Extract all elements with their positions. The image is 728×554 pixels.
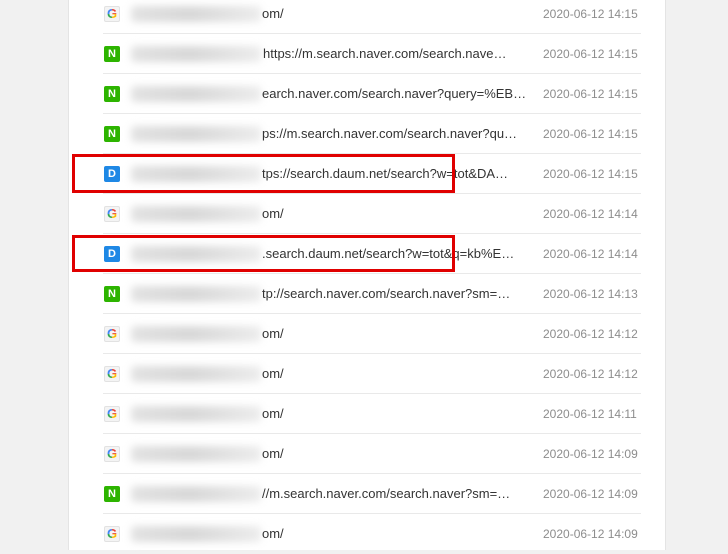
- history-url[interactable]: om/: [262, 6, 532, 22]
- naver-favicon-icon: N: [104, 486, 120, 502]
- history-time: 2020-06-12 14:12: [543, 367, 638, 381]
- blurred-url-prefix: [131, 126, 261, 142]
- history-row[interactable]: N https://m.search.naver.com/search.nave…: [69, 34, 665, 74]
- history-time: 2020-06-12 14:09: [543, 527, 638, 541]
- blurred-url-prefix: [131, 526, 261, 542]
- history-time: 2020-06-12 14:15: [543, 167, 638, 181]
- naver-favicon-icon: N: [104, 126, 120, 142]
- history-row[interactable]: G om/ 2020-06-12 14:11: [69, 394, 665, 434]
- blurred-url-prefix: [131, 286, 261, 302]
- history-url[interactable]: om/: [262, 526, 532, 542]
- naver-favicon-icon: N: [104, 286, 120, 302]
- history-url[interactable]: om/: [262, 406, 532, 422]
- history-url[interactable]: https://m.search.naver.com/search.nave…: [263, 46, 533, 62]
- history-url[interactable]: earch.naver.com/search.naver?query=%EB…: [262, 86, 532, 102]
- history-url[interactable]: om/: [262, 326, 532, 342]
- history-row[interactable]: G om/ 2020-06-12 14:09: [69, 434, 665, 474]
- history-row[interactable]: G om/ 2020-06-12 14:14: [69, 194, 665, 234]
- history-row[interactable]: N ps://m.search.naver.com/search.naver?q…: [69, 114, 665, 154]
- blurred-url-prefix: [131, 326, 261, 342]
- google-favicon-icon: G: [104, 206, 120, 222]
- google-favicon-icon: G: [104, 446, 120, 462]
- history-time: 2020-06-12 14:12: [543, 327, 638, 341]
- history-row[interactable]: G om/ 2020-06-12 14:12: [69, 314, 665, 354]
- history-list: G om/ 2020-06-12 14:15 N https://m.searc…: [69, 0, 665, 554]
- history-url[interactable]: tps://search.daum.net/search?w=tot&DA…: [262, 166, 532, 182]
- google-favicon-icon: G: [104, 366, 120, 382]
- history-time: 2020-06-12 14:15: [543, 127, 638, 141]
- blurred-url-prefix: [131, 406, 261, 422]
- google-favicon-icon: G: [104, 526, 120, 542]
- history-url[interactable]: //m.search.naver.com/search.naver?sm=…: [262, 486, 532, 502]
- history-time: 2020-06-12 14:11: [543, 407, 637, 421]
- blurred-url-prefix: [131, 206, 261, 222]
- naver-favicon-icon: N: [104, 86, 120, 102]
- history-url[interactable]: om/: [262, 446, 532, 462]
- history-time: 2020-06-12 14:13: [543, 287, 638, 301]
- blurred-url-prefix: [131, 246, 261, 262]
- history-row[interactable]: D tps://search.daum.net/search?w=tot&DA……: [69, 154, 665, 194]
- history-row[interactable]: N tp://search.naver.com/search.naver?sm=…: [69, 274, 665, 314]
- history-url[interactable]: ps://m.search.naver.com/search.naver?qu…: [262, 126, 532, 142]
- blurred-url-prefix: [131, 46, 261, 62]
- history-time: 2020-06-12 14:14: [543, 207, 638, 221]
- history-url[interactable]: .search.daum.net/search?w=tot&q=kb%E…: [262, 246, 532, 262]
- blurred-url-prefix: [131, 486, 261, 502]
- google-favicon-icon: G: [104, 326, 120, 342]
- blurred-url-prefix: [131, 6, 261, 22]
- history-time: 2020-06-12 14:09: [543, 447, 638, 461]
- history-row[interactable]: N //m.search.naver.com/search.naver?sm=……: [69, 474, 665, 514]
- history-time: 2020-06-12 14:15: [543, 47, 638, 61]
- daum-favicon-icon: D: [104, 246, 120, 262]
- history-time: 2020-06-12 14:15: [543, 87, 638, 101]
- history-time: 2020-06-12 14:15: [543, 7, 638, 21]
- history-row[interactable]: G om/ 2020-06-12 14:15: [69, 0, 665, 34]
- history-row[interactable]: D .search.daum.net/search?w=tot&q=kb%E… …: [69, 234, 665, 274]
- history-row[interactable]: N earch.naver.com/search.naver?query=%EB…: [69, 74, 665, 114]
- history-row[interactable]: G om/ 2020-06-12 14:12: [69, 354, 665, 394]
- history-url[interactable]: om/: [262, 366, 532, 382]
- history-time: 2020-06-12 14:09: [543, 487, 638, 501]
- google-favicon-icon: G: [104, 406, 120, 422]
- naver-favicon-icon: N: [104, 46, 120, 62]
- blurred-url-prefix: [131, 86, 261, 102]
- history-url[interactable]: om/: [262, 206, 532, 222]
- blurred-url-prefix: [131, 366, 261, 382]
- blurred-url-prefix: [131, 166, 261, 182]
- history-list-panel: G om/ 2020-06-12 14:15 N https://m.searc…: [68, 0, 666, 550]
- history-url[interactable]: tp://search.naver.com/search.naver?sm=…: [262, 286, 532, 302]
- google-favicon-icon: G: [104, 6, 120, 22]
- blurred-url-prefix: [131, 446, 261, 462]
- history-time: 2020-06-12 14:14: [543, 247, 638, 261]
- history-row[interactable]: G om/ 2020-06-12 14:09: [69, 514, 665, 554]
- daum-favicon-icon: D: [104, 166, 120, 182]
